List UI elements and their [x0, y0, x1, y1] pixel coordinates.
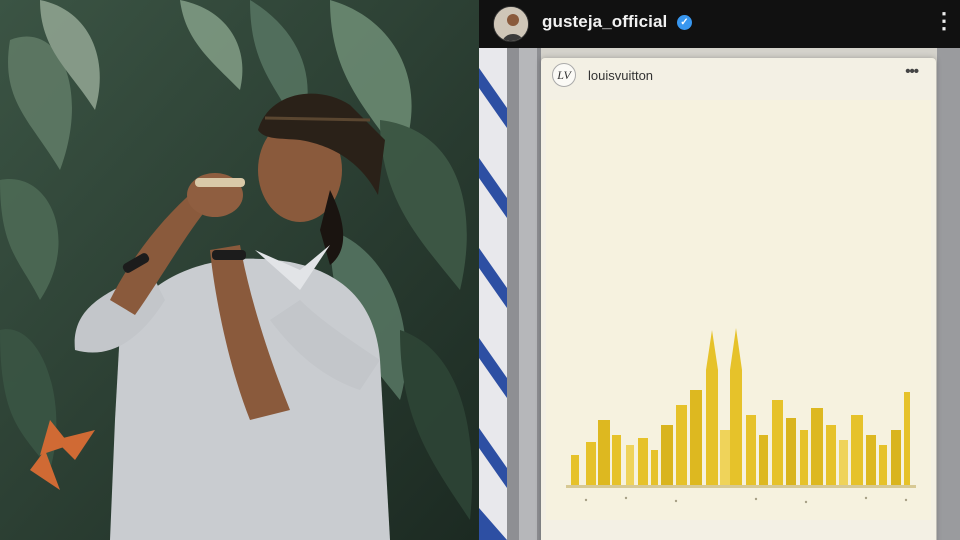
yellow-city-skyline — [546, 100, 931, 520]
avatar-image — [494, 7, 528, 41]
phone-screen: LV louisvuitton ••• — [541, 58, 936, 540]
verified-badge-icon: ✓ — [677, 15, 692, 30]
lv-logo[interactable]: LV — [552, 63, 576, 87]
more-horizontal-icon[interactable]: ⋮ — [933, 8, 955, 34]
skyline-image — [546, 100, 931, 520]
embedded-post-header: LV louisvuitton ••• — [541, 58, 936, 94]
avatar[interactable] — [493, 6, 529, 42]
more-horizontal-icon[interactable]: ••• — [905, 63, 919, 80]
post-username[interactable]: gusteja_official — [542, 12, 667, 32]
embedded-post-username[interactable]: louisvuitton — [588, 68, 653, 83]
man-playing-flute-photo — [0, 0, 479, 540]
instagram-post: gusteja_official ✓ ⋮ LV louisvuitton ••• — [479, 0, 960, 540]
left-photo — [0, 0, 479, 540]
post-photo: LV louisvuitton ••• — [479, 48, 960, 540]
post-header: gusteja_official ✓ ⋮ — [479, 0, 960, 48]
